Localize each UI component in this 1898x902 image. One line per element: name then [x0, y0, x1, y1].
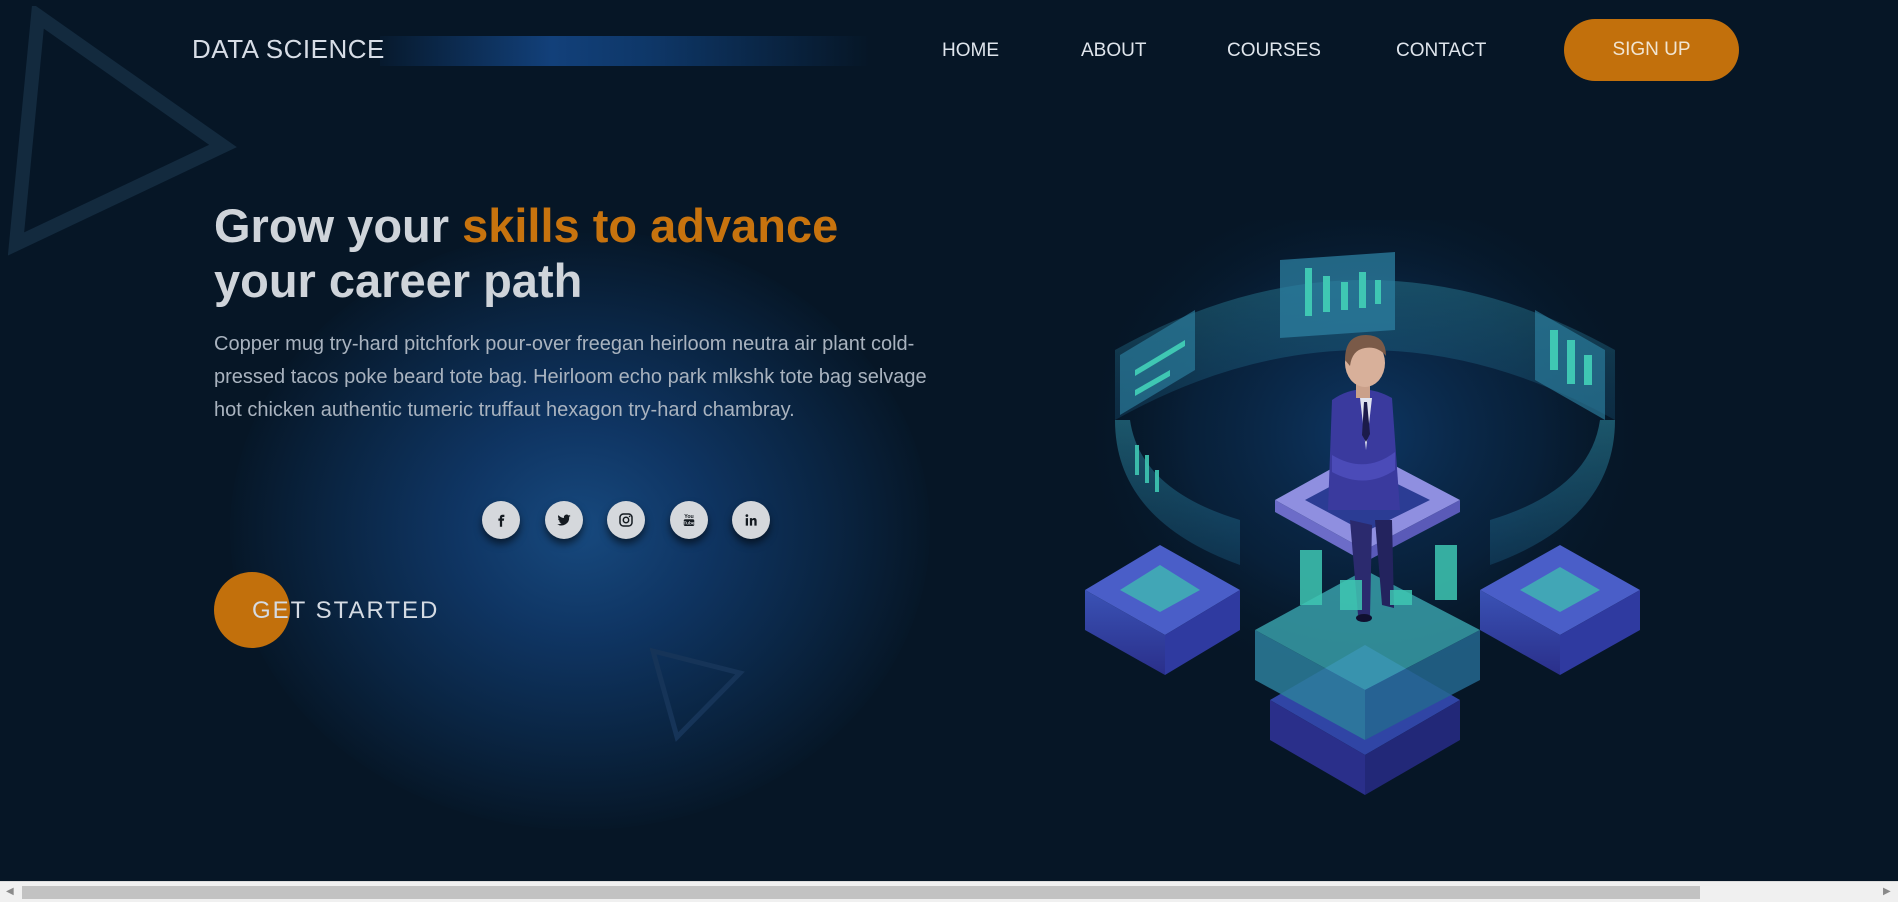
- headline-accent: skills to advance: [462, 199, 839, 252]
- youtube-icon[interactable]: You Tube: [670, 501, 708, 539]
- svg-text:Tube: Tube: [683, 521, 695, 527]
- headline-part-2: your career path: [214, 254, 583, 307]
- nav-contact[interactable]: CONTACT: [1396, 40, 1486, 62]
- data-analyst-illustration: [1075, 220, 1655, 795]
- instagram-icon[interactable]: [607, 501, 645, 539]
- twitter-icon[interactable]: [545, 501, 583, 539]
- landing-page: DATA SCIENCE HOME ABOUT COURSES CONTACT …: [0, 0, 1898, 902]
- logo-underline-bar: [380, 36, 870, 66]
- facebook-icon[interactable]: [482, 501, 520, 539]
- hero-description: Copper mug try-hard pitchfork pour-over …: [214, 333, 927, 421]
- site-logo[interactable]: DATA SCIENCE: [192, 34, 385, 65]
- nav-about[interactable]: ABOUT: [1081, 40, 1146, 62]
- svg-text:You: You: [684, 514, 694, 520]
- scrollbar-thumb[interactable]: [22, 886, 1700, 899]
- nav-courses[interactable]: COURSES: [1227, 40, 1321, 62]
- headline-part-1: Grow your: [214, 199, 463, 252]
- linkedin-icon[interactable]: [732, 501, 770, 539]
- scroll-right-icon[interactable]: ▶: [1883, 886, 1891, 897]
- hero-headline: Grow your skills to advance your career …: [214, 198, 838, 308]
- decorative-triangle-small: [649, 647, 745, 742]
- horizontal-scrollbar[interactable]: ◀ ▶: [0, 881, 1898, 902]
- scroll-left-icon[interactable]: ◀: [6, 886, 14, 897]
- nav-home[interactable]: HOME: [942, 40, 999, 62]
- signup-button[interactable]: SIGN UP: [1564, 19, 1739, 81]
- get-started-label: GET STARTED: [252, 597, 440, 624]
